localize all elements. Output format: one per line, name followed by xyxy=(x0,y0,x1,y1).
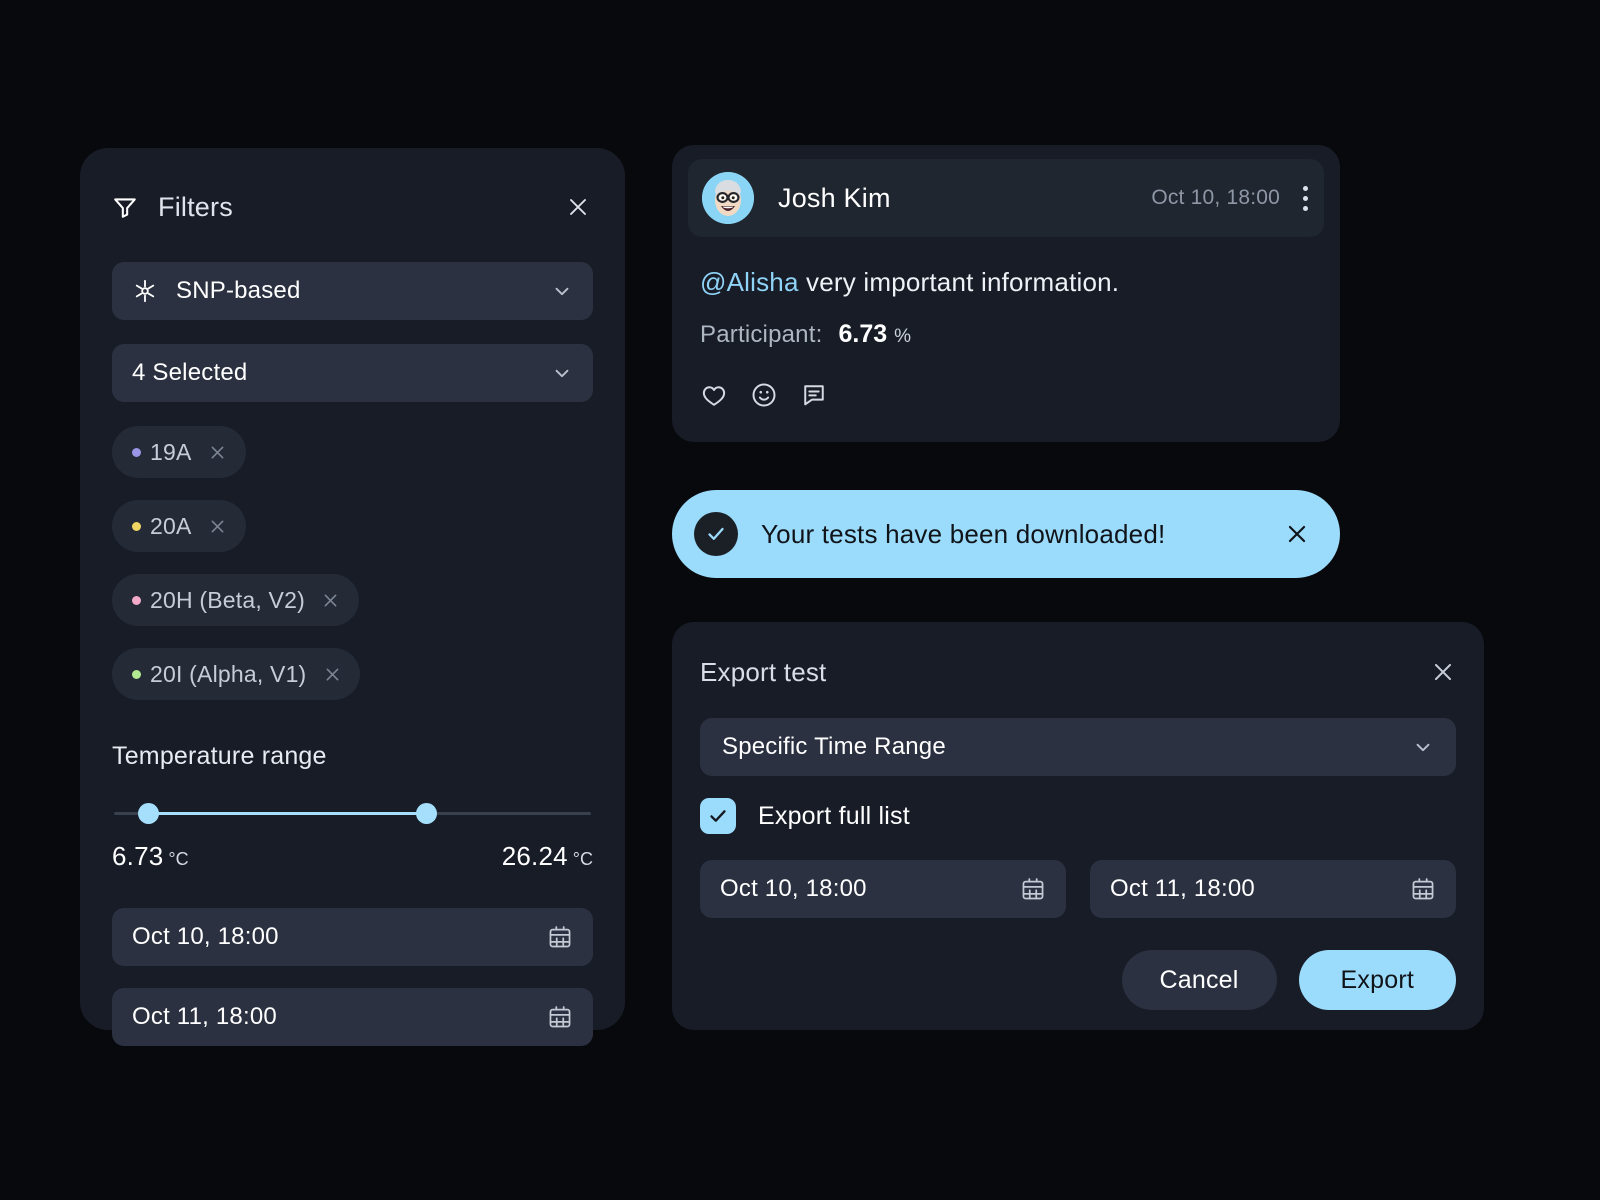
temperature-max: 26.24 °C xyxy=(502,841,593,872)
chip-color-dot xyxy=(132,521,141,531)
check-circle-icon xyxy=(694,512,738,556)
temperature-max-value: 26.24 xyxy=(501,841,568,871)
participant-unit: % xyxy=(894,326,912,347)
temperature-min-unit: °C xyxy=(168,849,189,869)
calendar-icon[interactable] xyxy=(547,1004,573,1030)
snp-type-value: SNP-based xyxy=(176,277,301,304)
comment-header: Josh Kim Oct 10, 18:00 xyxy=(688,159,1324,237)
participant-row: Participant: 6.73 % xyxy=(700,320,1312,349)
selection-count-value: 4 Selected xyxy=(132,359,248,386)
export-dialog-actions: Cancel Export xyxy=(700,950,1456,1010)
chevron-down-icon xyxy=(1412,736,1434,758)
funnel-icon xyxy=(112,194,138,220)
slider-thumb-max[interactable] xyxy=(415,803,437,824)
filter-date-to[interactable]: Oct 11, 18:00 xyxy=(112,988,593,1046)
app-canvas: Filters SNP-based 4 Selected 19A 20A 20H… xyxy=(0,0,1600,1200)
asterisk-medical-icon xyxy=(132,278,158,304)
cancel-button[interactable]: Cancel xyxy=(1121,950,1277,1010)
export-date-from[interactable]: Oct 10, 18:00 xyxy=(700,860,1066,918)
close-icon[interactable] xyxy=(208,516,228,536)
close-icon[interactable] xyxy=(1284,521,1310,547)
temperature-values: 6.73 °C 26.24 °C xyxy=(112,841,593,872)
chip-color-dot xyxy=(132,669,141,679)
export-dialog-header: Export test xyxy=(700,652,1456,692)
comment-body: @Alisha very important information. Part… xyxy=(688,267,1324,409)
close-icon[interactable] xyxy=(321,590,341,610)
export-test-dialog: Export test Specific Time Range Export f… xyxy=(672,622,1484,1030)
export-dialog-title: Export test xyxy=(700,656,827,687)
filter-chip[interactable]: 20H (Beta, V2) xyxy=(112,574,359,626)
avatar xyxy=(702,172,754,224)
kebab-menu-icon[interactable] xyxy=(1302,185,1308,211)
selection-count-select[interactable]: 4 Selected xyxy=(112,344,593,402)
comment-icon[interactable] xyxy=(800,381,828,409)
time-range-value: Specific Time Range xyxy=(722,733,946,760)
snp-type-select[interactable]: SNP-based xyxy=(112,262,593,320)
export-button[interactable]: Export xyxy=(1298,950,1456,1010)
chip-label: 20H (Beta, V2) xyxy=(150,586,305,613)
chip-label: 20I (Alpha, V1) xyxy=(150,660,307,687)
heart-icon[interactable] xyxy=(700,381,728,409)
comment-author: Josh Kim xyxy=(778,182,891,213)
close-icon[interactable] xyxy=(563,192,593,222)
chip-label: 19A xyxy=(150,438,192,465)
filter-chip[interactable]: 19A xyxy=(112,426,246,478)
participant-value: 6.73 xyxy=(838,320,888,348)
mention-link[interactable]: @Alisha xyxy=(700,267,799,297)
calendar-icon[interactable] xyxy=(1410,876,1436,902)
filter-chip[interactable]: 20I (Alpha, V1) xyxy=(112,648,361,700)
comment-text: @Alisha very important information. xyxy=(700,267,1312,298)
export-full-list-row[interactable]: Export full list xyxy=(700,798,1456,834)
temperature-range-label: Temperature range xyxy=(112,742,327,770)
filters-panel: Filters SNP-based 4 Selected 19A 20A 20H… xyxy=(80,148,625,1046)
comment-card: Josh Kim Oct 10, 18:00 @Alisha very impo… xyxy=(672,145,1340,442)
filter-date-from-value: Oct 10, 18:00 xyxy=(132,923,279,950)
close-icon[interactable] xyxy=(1430,659,1456,685)
temperature-min: 6.73 °C xyxy=(112,841,189,872)
smiley-icon[interactable] xyxy=(750,381,778,409)
filter-date-from[interactable]: Oct 10, 18:00 xyxy=(112,908,593,966)
filters-header: Filters xyxy=(112,186,593,228)
chevron-down-icon xyxy=(551,280,573,302)
participant-label: Participant: xyxy=(700,321,823,348)
close-icon[interactable] xyxy=(208,442,228,462)
close-icon[interactable] xyxy=(322,664,342,684)
export-date-range: Oct 10, 18:00 Oct 11, 18:00 xyxy=(700,860,1456,918)
chip-color-dot xyxy=(132,447,141,457)
calendar-icon[interactable] xyxy=(1020,876,1046,902)
comment-timestamp: Oct 10, 18:00 xyxy=(1151,186,1280,209)
filter-date-to-value: Oct 11, 18:00 xyxy=(132,1003,277,1030)
export-date-from-value: Oct 10, 18:00 xyxy=(720,875,867,902)
chip-label: 20A xyxy=(150,512,192,539)
export-date-to[interactable]: Oct 11, 18:00 xyxy=(1090,860,1456,918)
comment-text-rest: very important information. xyxy=(798,267,1120,297)
reaction-bar xyxy=(700,381,1312,409)
slider-thumb-min[interactable] xyxy=(138,803,160,824)
calendar-icon[interactable] xyxy=(547,924,573,950)
chevron-down-icon xyxy=(551,362,573,384)
temperature-range-slider[interactable] xyxy=(114,803,591,825)
export-date-to-value: Oct 11, 18:00 xyxy=(1110,875,1255,902)
time-range-select[interactable]: Specific Time Range xyxy=(700,718,1456,776)
toast-message: Your tests have been downloaded! xyxy=(761,518,1166,549)
filter-chip[interactable]: 20A xyxy=(112,500,246,552)
export-full-list-label: Export full list xyxy=(758,801,910,830)
filters-title: Filters xyxy=(158,191,233,222)
temperature-max-unit: °C xyxy=(572,849,593,869)
slider-fill xyxy=(148,812,426,815)
success-toast: Your tests have been downloaded! xyxy=(672,490,1340,578)
chip-color-dot xyxy=(132,595,141,605)
filter-chip-list: 19A 20A 20H (Beta, V2) 20I (Alpha, V1) xyxy=(112,426,593,722)
temperature-min-value: 6.73 xyxy=(112,841,164,871)
export-full-list-checkbox[interactable] xyxy=(700,798,736,834)
